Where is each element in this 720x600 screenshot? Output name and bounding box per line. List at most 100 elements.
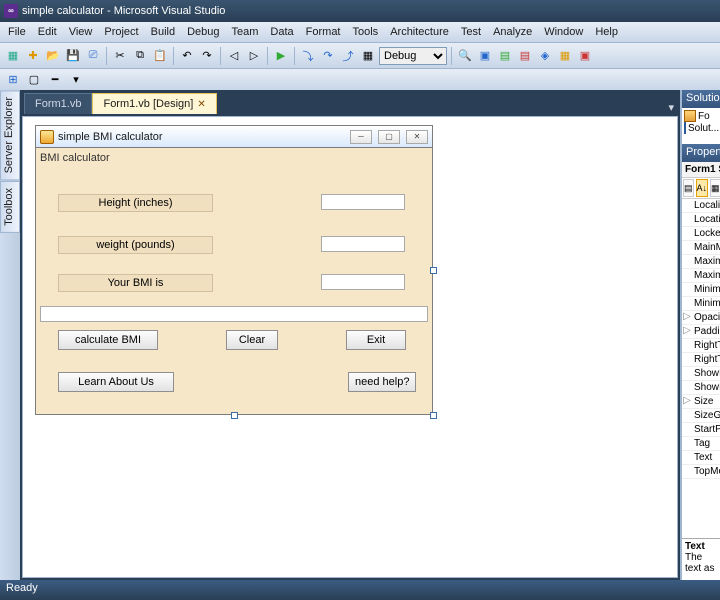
need-help-button[interactable]: need help? [348,372,416,392]
tab-form1-design[interactable]: Form1.vb [Design] ✕ [92,93,216,114]
clear-button[interactable]: Clear [226,330,278,350]
menu-window[interactable]: Window [538,24,589,40]
menu-team[interactable]: Team [226,24,265,40]
properties-header[interactable]: Properties [682,144,720,162]
menu-test[interactable]: Test [455,24,487,40]
height-textbox[interactable] [321,194,405,210]
new-project-icon[interactable]: ▦ [4,47,22,65]
menu-architecture[interactable]: Architecture [384,24,455,40]
weight-textbox[interactable] [321,236,405,252]
nav-back-icon[interactable]: ◁ [225,47,243,65]
property-row[interactable]: Minim [682,283,720,297]
bmi-result-label[interactable]: Your BMI is [58,274,213,292]
property-row[interactable]: RightT [682,353,720,367]
snap-icon[interactable]: ▢ [25,71,43,89]
save-all-icon[interactable]: ⎚ [84,47,102,65]
property-row[interactable]: Maxim [682,269,720,283]
bookmark-icon[interactable]: ◈ [536,47,554,65]
resize-handle-right[interactable] [430,267,437,274]
tool-window-icon[interactable]: ▣ [476,47,494,65]
solution-config-dropdown[interactable]: Debug [379,47,447,65]
active-files-dropdown-icon[interactable]: ▾ [662,101,680,114]
step-over-icon[interactable]: ↷ [319,47,337,65]
bmi-result-textbox[interactable] [321,274,405,290]
property-row[interactable]: StartPo [682,423,720,437]
property-row[interactable]: Minim [682,297,720,311]
close-icon[interactable]: ▣ [576,47,594,65]
maximize-icon[interactable]: ▢ [378,130,400,144]
server-explorer-tab[interactable]: Server Explorer [0,90,20,180]
alphabetical-icon[interactable]: A↓ [696,179,709,197]
grid-toggle-icon[interactable]: ⊞ [4,71,22,89]
property-row[interactable]: SizeGri [682,409,720,423]
property-row[interactable]: ▷Size [682,395,720,409]
menu-tools[interactable]: Tools [347,24,385,40]
undo-icon[interactable]: ↶ [178,47,196,65]
nav-fwd-icon[interactable]: ▷ [245,47,263,65]
menu-debug[interactable]: Debug [181,24,225,40]
tab-order-icon[interactable]: ▾ [67,71,85,89]
property-row[interactable]: TopMo [682,465,720,479]
paste-icon[interactable]: 📋 [151,47,169,65]
close-window-icon[interactable]: ✕ [406,130,428,144]
categorized-icon[interactable]: ▤ [683,179,694,197]
comment-icon[interactable]: ▤ [496,47,514,65]
property-row[interactable]: Tag [682,437,720,451]
properties-grid[interactable]: LocalizLocatiLockedMainMMaximMaximMinimM… [682,199,720,538]
resize-handle-corner[interactable] [430,412,437,419]
menu-help[interactable]: Help [589,24,624,40]
tab-close-icon[interactable]: ✕ [197,99,205,110]
step-out-icon[interactable]: ⤴ [339,47,357,65]
status-textbox[interactable] [40,306,428,322]
property-row[interactable]: ▷Opacit [682,311,720,325]
menu-strip-item[interactable]: BMI calculator [40,152,110,164]
property-row[interactable]: Maxim [682,255,720,269]
save-icon[interactable]: 💾 [64,47,82,65]
toolbox-tab[interactable]: Toolbox [0,181,20,233]
properties-object[interactable]: Form1 Sys [682,162,720,178]
minimize-icon[interactable]: ─ [350,130,372,144]
start-icon[interactable]: ▶ [272,47,290,65]
form-designer-surface[interactable]: simple BMI calculator ─ ▢ ✕ BMI calculat… [22,116,678,578]
menu-analyze[interactable]: Analyze [487,24,538,40]
exit-button[interactable]: Exit [346,330,406,350]
solution-explorer-body[interactable]: Fo Solut... [682,108,720,144]
tab-form1-code[interactable]: Form1.vb [24,93,92,114]
right-dock: Solution Ex Fo Solut... Properties Form1… [680,90,720,580]
break-all-icon[interactable]: ▦ [359,47,377,65]
property-row[interactable]: Locked [682,227,720,241]
property-row[interactable]: ShowI [682,381,720,395]
copy-icon[interactable]: ⧉ [131,47,149,65]
resize-handle-bottom[interactable] [231,412,238,419]
property-row[interactable]: ShowI [682,367,720,381]
menu-project[interactable]: Project [98,24,144,40]
solution-explorer-header[interactable]: Solution Ex [682,90,720,108]
add-item-icon[interactable]: ✚ [24,47,42,65]
height-label[interactable]: Height (inches) [58,194,213,212]
cut-icon[interactable]: ✂ [111,47,129,65]
uncomment-icon[interactable]: ▤ [516,47,534,65]
property-row[interactable]: RightT [682,339,720,353]
step-into-icon[interactable]: ⤵ [299,47,317,65]
property-row[interactable]: MainM [682,241,720,255]
menu-view[interactable]: View [63,24,99,40]
calculate-bmi-button[interactable]: calculate BMI [58,330,158,350]
find-icon[interactable]: 🔍 [456,47,474,65]
property-row[interactable]: Locati [682,213,720,227]
open-icon[interactable]: 📂 [44,47,62,65]
property-row[interactable]: ▷Paddin [682,325,720,339]
menu-file[interactable]: File [2,24,32,40]
menu-data[interactable]: Data [264,24,299,40]
property-row[interactable]: Text [682,451,720,465]
menu-format[interactable]: Format [300,24,347,40]
weight-label[interactable]: weight (pounds) [58,236,213,254]
form1-window[interactable]: simple BMI calculator ─ ▢ ✕ BMI calculat… [35,125,433,415]
property-row[interactable]: Localiz [682,199,720,213]
menu-build[interactable]: Build [145,24,181,40]
menu-edit[interactable]: Edit [32,24,63,40]
learn-about-us-button[interactable]: Learn About Us [58,372,174,392]
properties-icon[interactable]: ▦ [710,179,720,197]
redo-icon[interactable]: ↷ [198,47,216,65]
align-icon[interactable]: ━ [46,71,64,89]
window-icon[interactable]: ▦ [556,47,574,65]
